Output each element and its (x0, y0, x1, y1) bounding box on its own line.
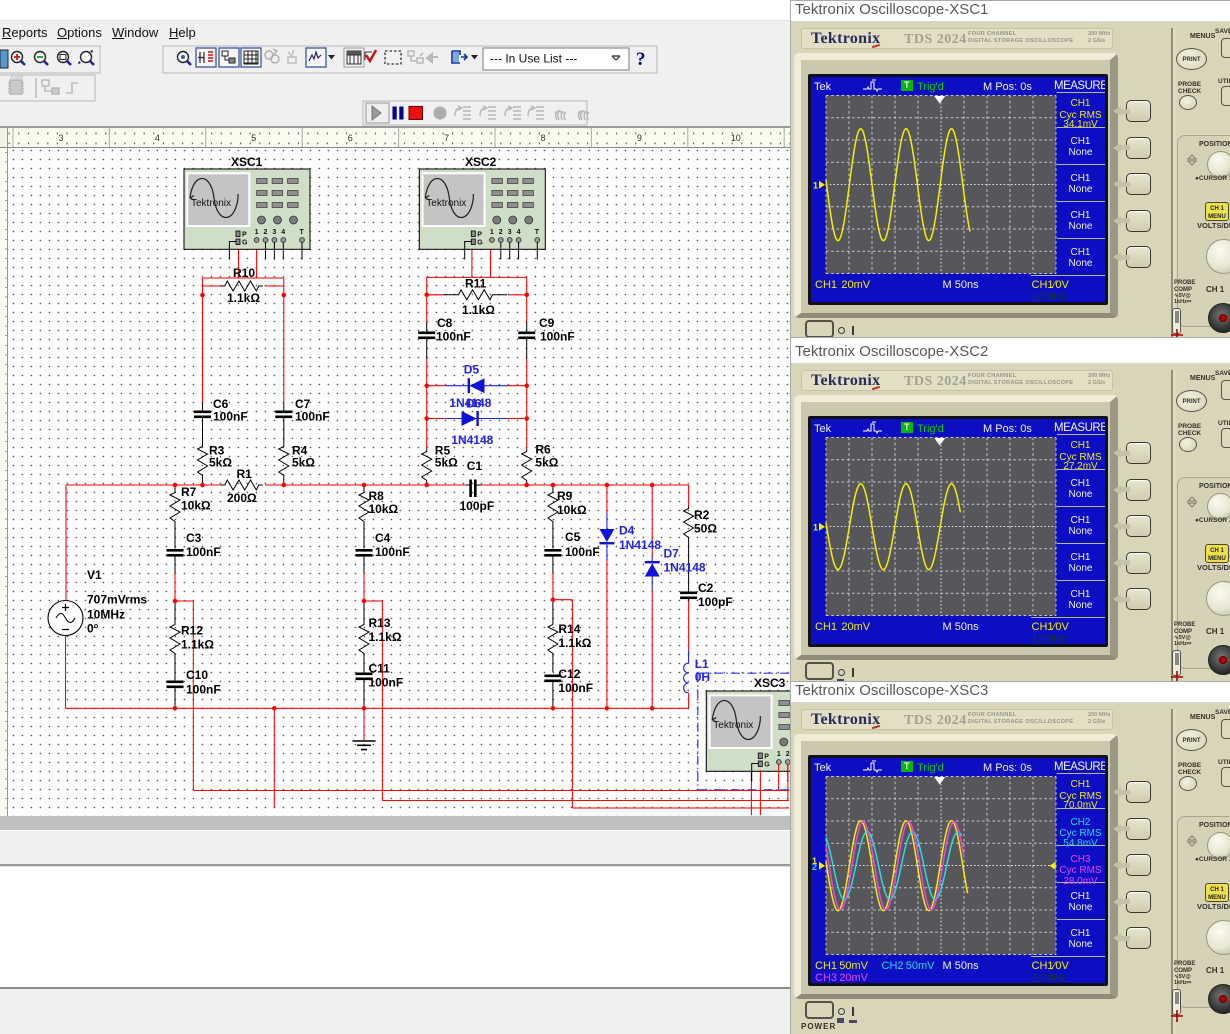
svg-text:R8: R8 (369, 489, 385, 503)
svg-text:0°: 0° (87, 622, 99, 636)
svg-text:5kΩ: 5kΩ (292, 456, 315, 470)
svg-text:R1: R1 (237, 467, 253, 481)
svg-text:T: T (300, 229, 305, 236)
svg-text:100nF: 100nF (213, 410, 248, 424)
svg-text:100nF: 100nF (369, 676, 404, 690)
svg-text:1: 1 (812, 856, 817, 866)
svg-text:C8: C8 (437, 316, 453, 330)
svg-text:1: 1 (777, 751, 781, 758)
svg-text:10kΩ: 10kΩ (369, 502, 399, 516)
svg-text:C11: C11 (369, 662, 391, 676)
svg-text:707mVrms: 707mVrms (87, 593, 147, 607)
svg-text:R2: R2 (694, 508, 710, 522)
svg-text:1.1kΩ: 1.1kΩ (181, 638, 214, 652)
svg-text:D6: D6 (466, 397, 482, 411)
svg-text:100nF: 100nF (295, 410, 330, 424)
svg-text:100nF: 100nF (558, 681, 593, 695)
svg-text:1N4148: 1N4148 (451, 433, 493, 447)
svg-text:100nF: 100nF (375, 545, 410, 559)
svg-text:P: P (477, 232, 482, 239)
svg-text:1.1kΩ: 1.1kΩ (558, 636, 591, 650)
svg-text:R13: R13 (369, 616, 391, 630)
svg-text:1.1kΩ: 1.1kΩ (369, 630, 402, 644)
svg-text:R7: R7 (181, 485, 197, 499)
svg-text:C4: C4 (375, 531, 391, 545)
svg-text:1: 1 (490, 229, 494, 236)
svg-text:0H: 0H (695, 670, 710, 684)
svg-text:XSC1: XSC1 (231, 155, 263, 169)
svg-text:1: 1 (813, 523, 818, 533)
svg-text:100nF: 100nF (186, 683, 221, 697)
svg-text:C5: C5 (565, 530, 581, 544)
svg-text:100nF: 100nF (540, 330, 575, 344)
svg-text:1.1kΩ: 1.1kΩ (227, 291, 260, 305)
svg-text:Tektronix: Tektronix (191, 198, 231, 209)
svg-text:P: P (242, 232, 247, 239)
svg-text:1: 1 (255, 229, 259, 236)
svg-text:10MHz: 10MHz (87, 608, 125, 622)
svg-text:5kΩ: 5kΩ (209, 456, 232, 470)
svg-text:1.1kΩ: 1.1kΩ (462, 303, 495, 317)
svg-text:XSC2: XSC2 (465, 155, 497, 169)
svg-text:3: 3 (272, 229, 276, 236)
svg-text:3: 3 (508, 229, 512, 236)
svg-text:R12: R12 (181, 624, 203, 638)
svg-text:C2: C2 (698, 581, 714, 595)
svg-text:R14: R14 (558, 622, 580, 636)
svg-text:10kΩ: 10kΩ (557, 503, 587, 517)
svg-text:100nF: 100nF (186, 545, 221, 559)
svg-text:D7: D7 (664, 547, 680, 561)
svg-text:100pF: 100pF (460, 499, 495, 513)
svg-text:100pF: 100pF (698, 595, 733, 609)
svg-text:2: 2 (264, 229, 268, 236)
svg-text:R11: R11 (465, 277, 487, 291)
svg-text:1: 1 (813, 181, 818, 191)
svg-text:G: G (477, 240, 483, 247)
svg-text:100nF: 100nF (436, 330, 471, 344)
svg-text:2: 2 (499, 229, 503, 236)
svg-text:R10: R10 (233, 266, 255, 280)
svg-text:T: T (535, 229, 540, 236)
svg-text:C10: C10 (186, 668, 208, 682)
svg-text:R6: R6 (535, 443, 551, 457)
svg-text:100nF: 100nF (565, 545, 600, 559)
svg-text:C12: C12 (558, 667, 580, 681)
svg-text:C3: C3 (186, 531, 202, 545)
svg-text:5kΩ: 5kΩ (435, 456, 458, 470)
svg-text:D5: D5 (464, 363, 480, 377)
svg-text:200Ω: 200Ω (227, 491, 257, 505)
svg-text:G: G (242, 240, 248, 247)
svg-text:1N4148: 1N4148 (619, 538, 661, 552)
svg-text:Tektronix: Tektronix (426, 198, 466, 209)
svg-text:C1: C1 (467, 459, 483, 473)
svg-text:P: P (764, 754, 769, 761)
svg-text:C9: C9 (539, 316, 555, 330)
svg-text:XSC3: XSC3 (754, 676, 786, 690)
svg-text:50Ω: 50Ω (694, 522, 717, 536)
svg-text:G: G (764, 762, 770, 769)
svg-text:5kΩ: 5kΩ (535, 456, 558, 470)
svg-text:D4: D4 (619, 524, 635, 538)
svg-text:R9: R9 (557, 489, 573, 503)
svg-text:1N4148: 1N4148 (664, 561, 706, 575)
svg-text:10kΩ: 10kΩ (181, 499, 211, 513)
svg-text:4: 4 (281, 229, 285, 236)
svg-text:Tektronix: Tektronix (713, 720, 753, 731)
svg-text:L1: L1 (695, 657, 709, 671)
svg-text:4: 4 (517, 229, 521, 236)
svg-text:V1: V1 (87, 568, 102, 582)
